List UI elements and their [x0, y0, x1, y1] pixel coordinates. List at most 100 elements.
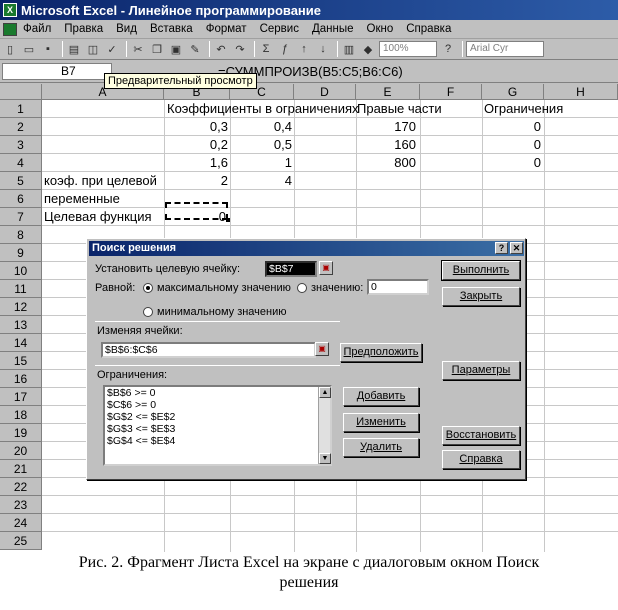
name-box[interactable]: B7 [2, 63, 112, 80]
format-painter-icon[interactable]: ✎ [187, 41, 203, 57]
row-header[interactable]: 22 [0, 478, 42, 496]
min-radio[interactable] [143, 307, 153, 317]
row-header[interactable]: 25 [0, 532, 42, 550]
row-header[interactable]: 5 [0, 172, 42, 190]
close-button[interactable]: Закрыть [442, 287, 520, 306]
row-header[interactable]: 24 [0, 514, 42, 532]
row-header[interactable]: 23 [0, 496, 42, 514]
cell-a7[interactable]: Целевая функция [44, 208, 152, 226]
row-header[interactable]: 11 [0, 280, 42, 298]
undo-icon[interactable]: ↶ [213, 41, 229, 57]
help-button[interactable]: Справка [442, 450, 520, 469]
constraint-item[interactable]: $B$6 >= 0 [105, 387, 330, 399]
font-select[interactable]: Arial Cyr [466, 41, 544, 57]
row-header[interactable]: 1 [0, 100, 42, 118]
col-header-g[interactable]: G [482, 84, 544, 100]
select-all-corner[interactable] [0, 84, 42, 100]
value-label[interactable]: значению: [311, 282, 363, 294]
solve-button[interactable]: Выполнить [441, 260, 521, 281]
target-cell-input[interactable]: $B$7 [265, 261, 317, 277]
cell-b5[interactable]: 2 [164, 172, 228, 190]
scroll-up-icon[interactable]: ▲ [319, 387, 331, 398]
row-header[interactable]: 6 [0, 190, 42, 208]
cell-c4[interactable]: 1 [230, 154, 292, 172]
cell-c3[interactable]: 0,5 [230, 136, 292, 154]
row-header[interactable]: 7 [0, 208, 42, 226]
collapse-dialog-icon[interactable]: ▣ [319, 261, 333, 275]
menu-insert[interactable]: Вставка [150, 23, 193, 35]
row-header[interactable]: 15 [0, 352, 42, 370]
row-header[interactable]: 17 [0, 388, 42, 406]
fill-handle[interactable] [226, 218, 230, 222]
scroll-down-icon[interactable]: ▼ [319, 453, 331, 464]
col-header-d[interactable]: D [294, 84, 356, 100]
menu-data[interactable]: Данные [312, 23, 354, 35]
min-label[interactable]: минимальному значению [157, 306, 287, 318]
paste-icon[interactable]: ▣ [168, 41, 184, 57]
close-icon[interactable]: ✕ [510, 242, 523, 254]
new-icon[interactable]: ▯ [2, 41, 18, 57]
cell-g4[interactable]: 0 [482, 154, 541, 172]
cell-g1[interactable]: Ограничения [484, 100, 563, 118]
row-header[interactable]: 21 [0, 460, 42, 478]
change-button[interactable]: Изменить [343, 413, 419, 432]
menu-file[interactable]: Файл [23, 23, 51, 35]
workbook-icon[interactable] [3, 22, 17, 36]
cell-b1[interactable]: Коэффициенты в ограничениях [167, 100, 359, 118]
value-radio[interactable] [297, 283, 307, 293]
cell-a5[interactable]: коэф. при целевой [44, 172, 157, 190]
cell-e2[interactable]: 170 [356, 118, 416, 136]
menu-format[interactable]: Формат [206, 23, 247, 35]
menu-edit[interactable]: Правка [64, 23, 103, 35]
copy-icon[interactable]: ❐ [149, 41, 165, 57]
menu-tools[interactable]: Сервис [260, 23, 299, 35]
row-header[interactable]: 2 [0, 118, 42, 136]
print-icon[interactable]: ▤ [66, 41, 82, 57]
drawing-icon[interactable]: ◆ [360, 41, 376, 57]
cell-a6[interactable]: переменные [44, 190, 120, 208]
sort-desc-icon[interactable]: ↓ [315, 41, 331, 57]
options-button[interactable]: Параметры [442, 361, 520, 380]
menu-window[interactable]: Окно [367, 23, 394, 35]
cell-g2[interactable]: 0 [482, 118, 541, 136]
save-icon[interactable]: ▪ [40, 41, 56, 57]
cell-b3[interactable]: 0,2 [164, 136, 228, 154]
zoom-select[interactable]: 100% [379, 41, 437, 57]
sort-asc-icon[interactable]: ↑ [296, 41, 312, 57]
cell-c2[interactable]: 0,4 [230, 118, 292, 136]
row-header[interactable]: 19 [0, 424, 42, 442]
value-input[interactable]: 0 [367, 279, 429, 295]
reset-all-button[interactable]: Восстановить [442, 426, 520, 445]
delete-button[interactable]: Удалить [343, 438, 419, 457]
max-radio[interactable] [143, 283, 153, 293]
row-header[interactable]: 20 [0, 442, 42, 460]
row-header[interactable]: 16 [0, 370, 42, 388]
chart-wizard-icon[interactable]: ▥ [341, 41, 357, 57]
changing-cells-input[interactable]: $B$6:$C$6 [101, 342, 316, 358]
constraints-scrollbar[interactable]: ▲ ▼ [318, 387, 331, 464]
cell-b2[interactable]: 0,3 [164, 118, 228, 136]
constraint-item[interactable]: $C$6 >= 0 [105, 399, 330, 411]
row-header[interactable]: 3 [0, 136, 42, 154]
spelling-icon[interactable]: ✓ [104, 41, 120, 57]
menu-view[interactable]: Вид [116, 23, 137, 35]
col-header-f[interactable]: F [420, 84, 482, 100]
col-header-h[interactable]: H [544, 84, 618, 100]
constraints-list[interactable]: $B$6 >= 0 $C$6 >= 0 $G$2 <= $E$2 $G$3 <=… [103, 385, 332, 466]
collapse-dialog-icon[interactable]: ▣ [315, 342, 329, 356]
cut-icon[interactable]: ✂ [130, 41, 146, 57]
row-header[interactable]: 13 [0, 316, 42, 334]
cell-c5[interactable]: 4 [230, 172, 292, 190]
autosum-icon[interactable]: Σ [258, 41, 274, 57]
menu-help[interactable]: Справка [406, 23, 451, 35]
row-header[interactable]: 10 [0, 262, 42, 280]
max-label[interactable]: максимальному значению [157, 282, 291, 294]
row-header[interactable]: 14 [0, 334, 42, 352]
constraint-item[interactable]: $G$3 <= $E$3 [105, 423, 330, 435]
help-question-icon[interactable]: ? [495, 242, 508, 254]
row-header[interactable]: 9 [0, 244, 42, 262]
guess-button[interactable]: Предположить [340, 343, 422, 362]
col-header-e[interactable]: E [356, 84, 420, 100]
row-header[interactable]: 8 [0, 226, 42, 244]
cell-g3[interactable]: 0 [482, 136, 541, 154]
